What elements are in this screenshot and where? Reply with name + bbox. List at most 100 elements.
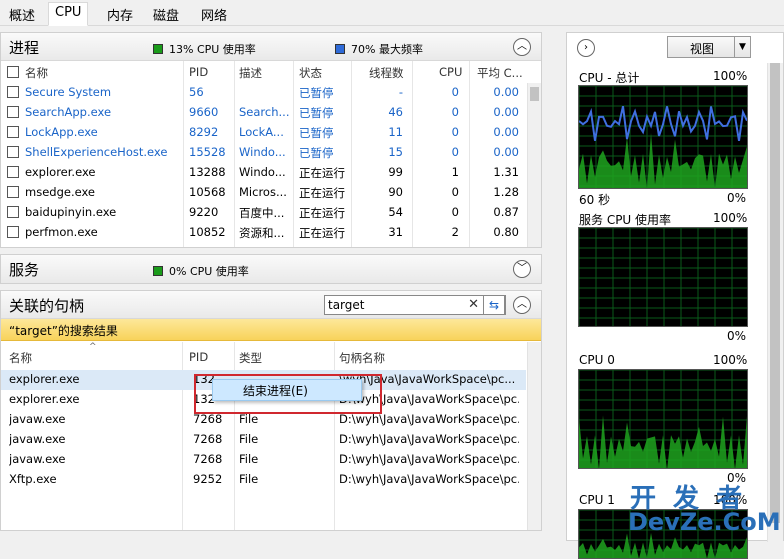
collapse-processes-button[interactable]: ︿ [513,38,531,56]
max-frequency-stat: 70% 最大频率 [335,41,423,57]
process-avg-cpu: 0.87 [493,205,519,219]
process-name: ShellExperienceHost.exe [25,145,168,159]
table-row[interactable]: LockApp.exe 8292 LockA... 已暂停 11 0 0.00 [1,123,526,143]
handles-scrollbar[interactable] [527,342,541,530]
process-status: 已暂停 [299,106,334,120]
watermark-site-text: DevZe.CoM [628,508,781,536]
table-row[interactable]: ShellExperienceHost.exe 15528 Windo... 已暂停 1… [1,143,526,163]
col-pid[interactable]: PID [189,65,208,79]
row-checkbox[interactable] [7,86,19,98]
processes-scrollbar[interactable] [527,83,541,247]
select-all-checkbox[interactable] [7,66,19,78]
process-name: perfmon.exe [25,225,98,239]
graph-time-label: 60 秒 [579,193,611,207]
process-avg-cpu: 0.80 [493,225,519,239]
process-cpu: 0 [451,205,459,219]
view-dropdown[interactable]: 视图 ▼ [667,36,751,58]
processes-scroll-thumb[interactable] [530,87,539,101]
handle-pid: 7268 [193,432,223,446]
table-row[interactable]: SearchApp.exe 9660 Search... 已暂停 46 0 0.00 [1,103,526,123]
graphs-panel: › 视图 ▼ CPU - 总计 100% 60 秒 0% 服务 CPU 使用率 100% 0… [566,32,784,559]
row-checkbox[interactable] [7,146,19,158]
process-avg-cpu: 1.31 [493,165,519,179]
handles-header: 关联的句柄 target ✕ ⇆ ︿ [1,291,541,319]
collapse-handles-button[interactable]: ︿ [513,296,531,314]
table-row[interactable]: baidupinyin.exe 9220 百度中... 正在运行 54 0 0.87 [1,203,526,223]
process-pid: 10568 [189,185,226,199]
process-status: 已暂停 [299,126,334,140]
col-handle-name[interactable]: 名称 [9,350,32,366]
cpu-usage-stat: 13% CPU 使用率 [153,41,256,57]
row-checkbox[interactable] [7,166,19,178]
table-row[interactable]: Xftp.exe 9252 File D:\wyh\Java\JavaWorkSpac… [1,470,526,490]
handle-pid: 9252 [193,472,223,486]
process-desc: 资源和... [239,226,285,240]
handle-process-name: explorer.exe [9,392,80,406]
row-checkbox[interactable] [7,106,19,118]
row-checkbox[interactable] [7,226,19,238]
graph-title: CPU 1 [579,493,615,507]
handle-process-name: Xftp.exe [9,472,57,486]
table-row[interactable]: perfmon.exe 10852 资源和... 正在运行 31 2 0.80 [1,223,526,243]
table-row[interactable]: explorer.exe 13288 Windo... 正在运行 99 1 1.31 [1,163,526,183]
process-name: explorer.exe [25,165,96,179]
graphs-scroll-thumb[interactable] [770,63,780,523]
process-threads: 15 [388,145,403,159]
handle-pid: 7268 [193,452,223,466]
table-row[interactable]: javaw.exe 7268 File D:\wyh\Java\JavaWorkSpa… [1,430,526,450]
process-status: 已暂停 [299,146,334,160]
freq-blue-square-icon [335,44,345,54]
services-header[interactable]: 服务 0% CPU 使用率 ﹀ [1,255,541,283]
col-threads[interactable]: 线程数 [369,65,404,81]
handle-process-name: javaw.exe [9,432,66,446]
row-checkbox[interactable] [7,186,19,198]
col-handle-pid[interactable]: PID [189,350,208,364]
refresh-search-button[interactable]: ⇆ [483,295,505,315]
expand-graphs-button[interactable]: › [577,39,595,57]
process-pid: 10852 [189,225,226,239]
col-handle-path[interactable]: 句柄名称 [339,350,385,366]
tab-overview[interactable]: 概述 [2,2,42,26]
tab-bar: 概述 CPU 内存 磁盘 网络 [0,0,784,26]
graph-max-label: 100% [713,353,748,367]
col-desc[interactable]: 描述 [239,65,262,81]
table-row[interactable]: Secure System 56 已暂停 - 0 0.00 [1,83,526,103]
tab-cpu[interactable]: CPU [48,2,89,26]
processes-header[interactable]: 进程 13% CPU 使用率 70% 最大频率 ︿ [1,33,541,61]
process-avg-cpu: 1.28 [493,185,519,199]
col-name[interactable]: 名称 [25,65,48,81]
search-input[interactable]: target [328,298,365,312]
process-cpu: 2 [451,225,459,239]
clear-search-icon[interactable]: ✕ [468,297,479,312]
process-cpu: 0 [451,85,459,99]
graph-min-label: 0% [727,191,747,205]
table-row[interactable]: javaw.exe 7268 File D:\wyh\Java\JavaWorkSpa… [1,450,526,470]
process-pid: 15528 [189,145,226,159]
handle-process-name: javaw.exe [9,452,66,466]
tab-network[interactable]: 网络 [194,2,234,26]
col-avg-cpu[interactable]: 平均 C... [477,65,525,81]
expand-services-button[interactable]: ﹀ [513,260,531,278]
graphs-scrollbar[interactable] [767,63,783,542]
tab-memory[interactable]: 内存 [100,2,140,26]
handles-search-box[interactable]: target ✕ [324,295,506,315]
col-handle-type[interactable]: 类型 [239,350,262,366]
tab-disk[interactable]: 磁盘 [146,2,186,26]
process-status: 已暂停 [299,86,334,100]
process-threads: 31 [388,225,403,239]
row-checkbox[interactable] [7,206,19,218]
process-threads: 54 [388,205,403,219]
handle-path: D:\wyh\Java\JavaWorkSpace\pc... [339,412,519,426]
row-checkbox[interactable] [7,126,19,138]
process-pid: 9660 [189,105,219,119]
col-status[interactable]: 状态 [299,65,322,81]
table-row[interactable]: msedge.exe 10568 Micros... 正在运行 90 0 1.28 [1,183,526,203]
process-desc: 百度中... [239,206,285,220]
services-green-square-icon [153,266,163,276]
process-name: Secure System [25,85,112,99]
end-process-menu-item[interactable]: 结束进程(E) [212,379,362,401]
handle-path: D:\wyh\Java\JavaWorkSpace\pc... [339,432,519,446]
graph-title: CPU 0 [579,353,615,367]
graph-max-label: 100% [713,69,748,83]
col-cpu[interactable]: CPU [439,65,462,79]
